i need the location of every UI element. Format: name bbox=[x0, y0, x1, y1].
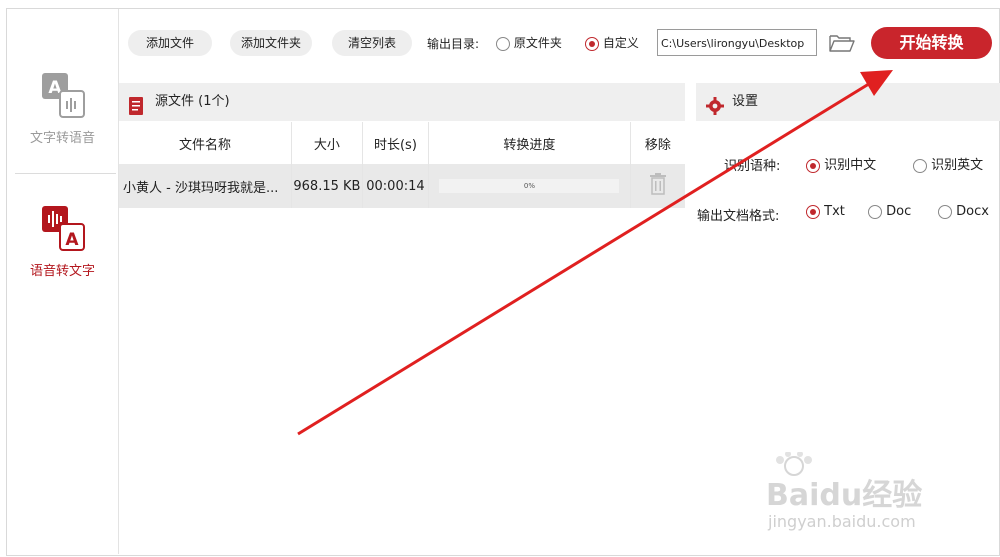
watermark-url: jingyan.baidu.com bbox=[768, 512, 916, 531]
watermark-brand: Baidu经验 bbox=[766, 478, 923, 513]
